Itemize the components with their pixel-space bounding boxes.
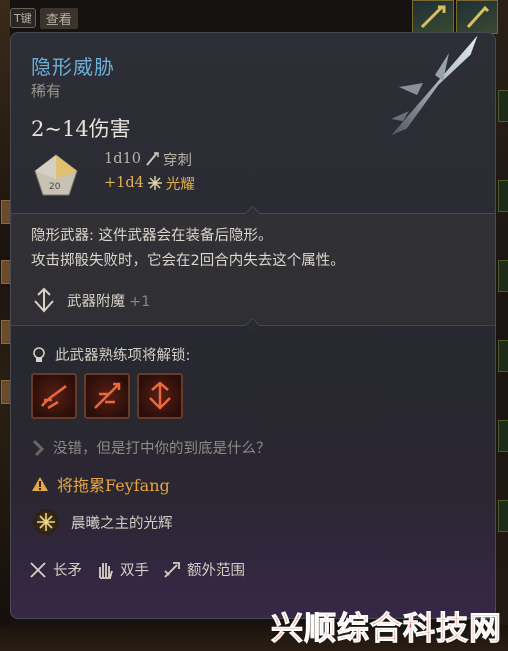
skill-pierce-icon[interactable] xyxy=(137,373,183,419)
property-spear: 长矛 xyxy=(29,559,82,580)
lightbulb-icon xyxy=(33,346,45,362)
enchantment-icon xyxy=(34,287,54,313)
quote-icon xyxy=(32,439,45,456)
property-two-handed: 双手 xyxy=(96,559,149,580)
radiant-icon xyxy=(147,176,162,190)
spear-artwork-icon xyxy=(388,33,480,138)
skill-slash-icon[interactable] xyxy=(31,373,77,419)
item-rarity: 稀有 xyxy=(31,82,62,100)
site-watermark: 兴顺综合科技网 xyxy=(270,609,502,648)
warning-label: 将拖累Feyfang xyxy=(57,476,170,495)
property-reach: 额外范围 xyxy=(163,559,245,580)
damage-dice: 1d10 xyxy=(104,151,141,167)
radiance-icon xyxy=(33,509,59,535)
hotbar-weapon-slot[interactable] xyxy=(412,0,454,34)
damage-type: 光耀 xyxy=(165,176,195,193)
passive-label: 晨曦之主的光辉 xyxy=(71,515,173,532)
flavor-text: 没错，但是打中你的到底是什么？ xyxy=(31,437,271,458)
spear-icon xyxy=(30,561,46,578)
weapon-enchantment: 武器附魔 +1 xyxy=(31,287,150,313)
inspect-button[interactable]: 查看 xyxy=(39,7,78,29)
item-tooltip: 隐形威胁 稀有 2~14伤害 20 1d10 穿刺 +1d4 光耀 隐形武器: … xyxy=(10,32,496,619)
weapon-properties: 长矛 双手 额外范围 xyxy=(29,559,245,580)
d10-dice-icon: 20 xyxy=(34,154,78,196)
game-background-left xyxy=(0,0,11,651)
warning-icon xyxy=(32,477,48,491)
svg-text:20: 20 xyxy=(49,182,61,192)
proficiency-unlock: 此武器熟练项将解锁: xyxy=(31,344,190,365)
passive-ability[interactable]: 晨曦之主的光辉 xyxy=(33,509,173,535)
description-line: 攻击掷骰失败时，它会在2回合内失去这个属性。 xyxy=(31,253,345,269)
hand-icon xyxy=(99,562,113,579)
damage-row-piercing: 1d10 穿刺 xyxy=(104,147,195,171)
skill-list xyxy=(31,373,183,419)
enchantment-value: +1 xyxy=(129,293,151,310)
hotbar-slots xyxy=(412,0,498,34)
proficiency-label: 此武器熟练项将解锁: xyxy=(55,348,191,364)
property-label: 长矛 xyxy=(53,563,82,579)
inspect-hint-bar: T键 查看 xyxy=(10,6,78,30)
damage-range: 2~14伤害 xyxy=(31,117,131,141)
damage-dice: +1d4 xyxy=(104,175,144,191)
damage-row-radiant: +1d4 光耀 xyxy=(104,171,195,195)
game-background-right xyxy=(496,0,508,651)
damage-breakdown: 1d10 穿刺 +1d4 光耀 xyxy=(104,147,195,195)
reach-icon xyxy=(164,561,180,578)
item-header: 隐形威胁 稀有 2~14伤害 20 1d10 穿刺 +1d4 光耀 xyxy=(11,33,495,211)
damage-type: 穿刺 xyxy=(162,152,192,169)
description-line: 隐形武器: 这件武器会在装备后隐形。 xyxy=(31,228,273,244)
weight-warning: 将拖累Feyfang xyxy=(31,472,170,496)
sword-icon xyxy=(420,5,446,29)
keybind-hint: T键 xyxy=(10,8,36,28)
sword-icon xyxy=(466,5,490,29)
property-label: 双手 xyxy=(120,563,149,579)
flavor-text-label: 没错，但是打中你的到底是什么？ xyxy=(53,441,271,457)
enchantment-label: 武器附魔 xyxy=(67,293,125,310)
piercing-icon xyxy=(146,152,159,166)
skill-rush-icon[interactable] xyxy=(84,373,130,419)
hotbar-weapon-slot[interactable] xyxy=(456,0,498,34)
item-description: 隐形武器: 这件武器会在装备后隐形。 攻击掷骰失败时，它会在2回合内失去这个属性… xyxy=(31,224,345,274)
item-name: 隐形威胁 xyxy=(31,55,115,79)
property-label: 额外范围 xyxy=(187,563,245,579)
